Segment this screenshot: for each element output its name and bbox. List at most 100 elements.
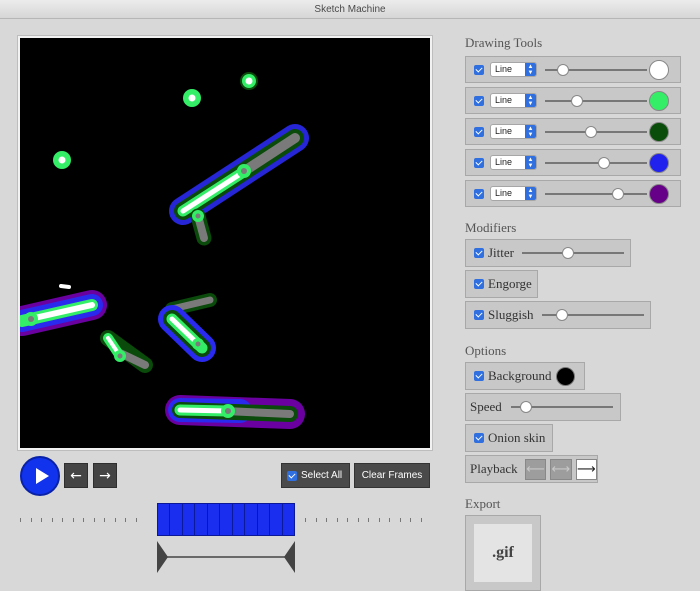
tool-size-slider-knob[interactable]: [612, 187, 625, 200]
timeline-tick: [83, 518, 84, 522]
export-gif-button[interactable]: .gif: [474, 524, 532, 582]
stroke-tiny-white: [59, 284, 71, 289]
tool-mode-select[interactable]: Line ▲ ▼: [490, 124, 537, 139]
joint-2-core: [195, 213, 201, 219]
speed-slider[interactable]: [510, 401, 613, 413]
options-heading: Options: [465, 343, 507, 358]
tool-enabled-checkbox[interactable]: [474, 64, 484, 75]
dot-3-core: [58, 156, 66, 164]
joint-3-core: [28, 316, 34, 322]
jitter-checkbox[interactable]: [474, 248, 484, 258]
dot-1-core: [188, 94, 196, 102]
timeline-tick: [336, 518, 338, 522]
tool-size-slider-knob[interactable]: [598, 156, 611, 169]
jitter-slider[interactable]: [522, 247, 624, 259]
engorge-checkbox[interactable]: [474, 279, 484, 289]
timeline-tick: [135, 518, 137, 522]
tool-size-slider[interactable]: [545, 94, 647, 107]
tool-mode-value: Line: [495, 95, 513, 105]
playback-control: Playback ⟵ ⟷ ⟶: [465, 455, 598, 483]
range-handle-right: [284, 541, 295, 573]
export-heading: Export: [465, 496, 501, 511]
tool-mode-select[interactable]: Line ▲ ▼: [490, 62, 537, 77]
background-control: Background: [465, 362, 585, 390]
playback-pingpong-button[interactable]: ⟷: [550, 458, 572, 480]
timeline-tick: [20, 518, 21, 522]
frame-cell[interactable]: [195, 504, 208, 535]
frame-cell[interactable]: [208, 504, 221, 535]
tool-size-slider[interactable]: [545, 125, 647, 138]
tool-color-swatch[interactable]: [649, 153, 669, 173]
tool-mode-select[interactable]: Line ▲ ▼: [490, 186, 537, 201]
timeline-tick: [420, 518, 422, 522]
clear-frames-button[interactable]: Clear Frames: [354, 463, 430, 488]
arrow-right-icon: →: [99, 468, 111, 484]
jitter-slider-knob[interactable]: [561, 247, 574, 259]
drawing-tool-row: Line ▲ ▼: [465, 87, 681, 114]
sketch-canvas[interactable]: [20, 38, 430, 448]
frame-cell[interactable]: [220, 504, 233, 535]
tool-size-slider[interactable]: [545, 156, 647, 169]
play-icon: [35, 468, 49, 484]
engorge-control: Engorge: [465, 270, 538, 298]
next-frame-button[interactable]: →: [93, 463, 117, 488]
playback-label: Playback: [470, 461, 518, 476]
tool-size-slider[interactable]: [545, 187, 647, 200]
tool-color-swatch[interactable]: [649, 91, 669, 111]
timeline-ticks-right: [305, 518, 433, 524]
tool-enabled-checkbox[interactable]: [474, 95, 484, 106]
tool-color-swatch[interactable]: [649, 60, 669, 80]
playback-backward-button[interactable]: ⟵: [524, 458, 547, 480]
onion-skin-label: Onion skin: [488, 430, 546, 445]
joint-1-core: [241, 168, 247, 174]
window-titlebar: Sketch Machine: [0, 0, 700, 19]
select-all-checkbox[interactable]: [287, 470, 297, 481]
frame-cell[interactable]: [158, 504, 171, 535]
timeline-tick: [93, 518, 95, 522]
range-handle-left: [157, 541, 168, 573]
tool-mode-select[interactable]: Line ▲ ▼: [490, 93, 537, 108]
onion-skin-checkbox[interactable]: [474, 433, 484, 443]
timeline-tick: [315, 518, 317, 522]
tool-size-slider-knob[interactable]: [557, 63, 570, 76]
play-button[interactable]: [20, 456, 60, 496]
background-label: Background: [488, 368, 552, 383]
select-all-button[interactable]: Select All: [281, 463, 350, 488]
timeline-tick: [410, 518, 411, 522]
tool-enabled-checkbox[interactable]: [474, 157, 484, 168]
playback-forward-button[interactable]: ⟶: [575, 458, 598, 480]
tool-size-slider[interactable]: [545, 63, 647, 76]
tool-size-slider-knob[interactable]: [570, 94, 583, 107]
timeline-tick: [72, 518, 74, 522]
frame-cell[interactable]: [258, 504, 271, 535]
tool-size-slider-knob[interactable]: [584, 125, 597, 138]
frame-cell[interactable]: [245, 504, 258, 535]
background-checkbox[interactable]: [474, 371, 484, 381]
frame-cell[interactable]: [233, 504, 246, 535]
modifiers-heading: Modifiers: [465, 220, 517, 235]
sluggish-slider-knob[interactable]: [555, 309, 568, 321]
frame-range-selector[interactable]: [157, 541, 295, 573]
window-title: Sketch Machine: [314, 4, 386, 15]
frame-cell[interactable]: [183, 504, 196, 535]
export-panel: .gif: [465, 515, 541, 591]
frame-cell[interactable]: [283, 504, 294, 535]
sluggish-slider[interactable]: [541, 309, 644, 321]
tool-color-swatch[interactable]: [649, 184, 669, 204]
background-color-swatch[interactable]: [556, 367, 575, 386]
timeline-tick: [389, 518, 390, 522]
frame-strip[interactable]: [157, 503, 295, 536]
speed-slider-knob[interactable]: [520, 401, 533, 413]
timeline-tick: [305, 518, 306, 522]
frame-cell[interactable]: [170, 504, 183, 535]
tool-color-swatch[interactable]: [649, 122, 669, 142]
sluggish-label: Sluggish: [488, 307, 534, 322]
sluggish-checkbox[interactable]: [474, 310, 484, 320]
timeline-tick: [357, 518, 359, 522]
frame-cell[interactable]: [270, 504, 283, 535]
tool-enabled-checkbox[interactable]: [474, 188, 484, 199]
tool-enabled-checkbox[interactable]: [474, 126, 484, 137]
tool-mode-select[interactable]: Line ▲ ▼: [490, 155, 537, 170]
previous-frame-button[interactable]: ←: [64, 463, 88, 488]
drawing-tool-row: Line ▲ ▼: [465, 149, 681, 176]
